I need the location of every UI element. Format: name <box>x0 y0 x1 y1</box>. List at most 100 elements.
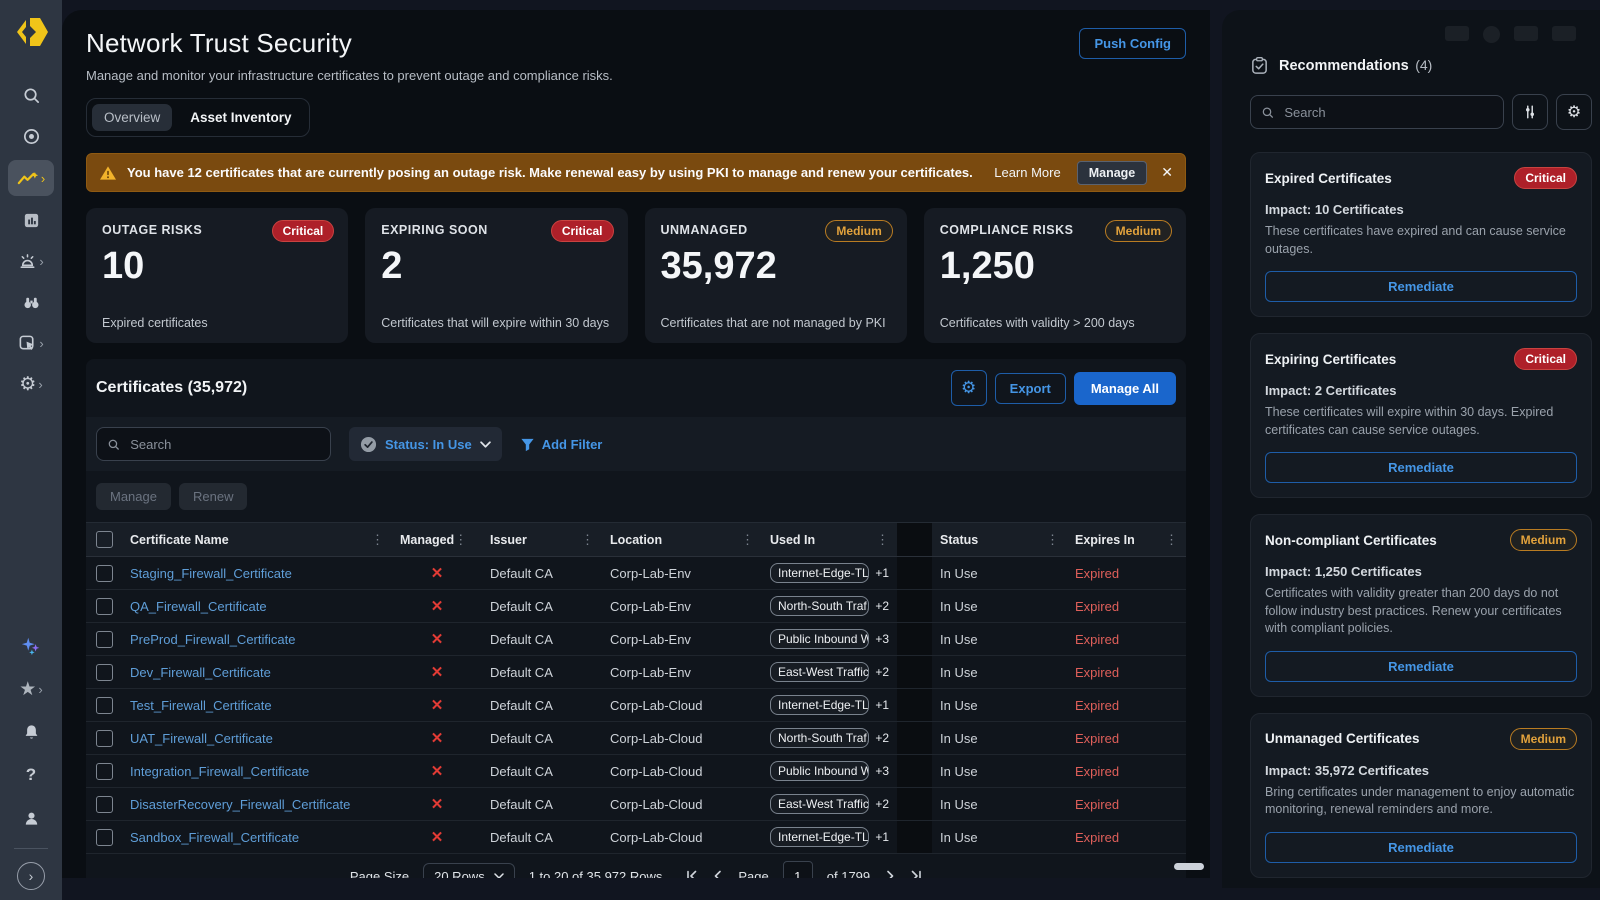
used-in-more-count[interactable]: +2 <box>875 797 889 811</box>
last-page-icon[interactable] <box>910 870 922 878</box>
col-managed[interactable]: Managed <box>400 533 454 547</box>
first-page-icon[interactable] <box>686 870 698 878</box>
manage-selected-button[interactable]: Manage <box>96 483 171 510</box>
table-row[interactable]: Staging_Firewall_Certificate ✕ Default C… <box>86 557 1186 590</box>
page-size-select[interactable]: 20 Rows <box>423 863 515 879</box>
used-in-more-count[interactable]: +2 <box>875 731 889 745</box>
prev-page-icon[interactable] <box>712 870 724 878</box>
certificate-name-link[interactable]: DisasterRecovery_Firewall_Certificate <box>130 797 350 812</box>
add-filter-button[interactable]: Add Filter <box>520 437 603 452</box>
recommendations-settings-button[interactable]: ⚙ <box>1556 94 1592 130</box>
help-icon[interactable]: ? <box>8 758 54 792</box>
certificate-name-link[interactable]: QA_Firewall_Certificate <box>130 599 267 614</box>
used-in-chip[interactable]: East-West Traffic... <box>770 662 869 682</box>
column-menu-icon[interactable]: ⋮ <box>454 532 467 548</box>
table-row[interactable]: PreProd_Firewall_Certificate ✕ Default C… <box>86 623 1186 656</box>
recommendations-search-input[interactable] <box>1282 104 1493 121</box>
column-menu-icon[interactable]: ⋮ <box>581 532 594 548</box>
copilot-sparkles-icon[interactable] <box>8 629 54 663</box>
next-page-icon[interactable] <box>884 870 896 878</box>
table-settings-button[interactable]: ⚙ <box>951 370 987 406</box>
push-config-button[interactable]: Push Config <box>1079 28 1186 59</box>
notifications-bell-icon[interactable] <box>8 715 54 749</box>
used-in-chip[interactable]: Public Inbound W... <box>770 761 869 781</box>
settings-nav-icon[interactable]: ⚙ › <box>8 367 54 401</box>
table-row[interactable]: UAT_Firewall_Certificate ✕ Default CA Co… <box>86 722 1186 755</box>
alerts-nav-icon[interactable]: › <box>8 244 54 278</box>
recommendations-search[interactable] <box>1250 95 1504 129</box>
page-number-input[interactable] <box>783 861 813 878</box>
row-checkbox[interactable] <box>96 598 113 615</box>
column-menu-icon[interactable]: ⋮ <box>1165 532 1178 548</box>
col-status[interactable]: Status <box>940 533 978 547</box>
col-certificate-name[interactable]: Certificate Name <box>130 533 229 547</box>
used-in-chip[interactable]: North-South Traf... <box>770 596 869 616</box>
used-in-chip[interactable]: Internet-Edge-TLS <box>770 827 869 847</box>
policies-nav-icon[interactable]: › <box>8 326 54 360</box>
row-checkbox[interactable] <box>96 697 113 714</box>
target-nav-icon[interactable] <box>8 119 54 153</box>
used-in-more-count[interactable]: +1 <box>875 830 889 844</box>
row-checkbox[interactable] <box>96 796 113 813</box>
certificate-name-link[interactable]: PreProd_Firewall_Certificate <box>130 632 295 647</box>
used-in-chip[interactable]: North-South Traf... <box>770 728 869 748</box>
col-issuer[interactable]: Issuer <box>490 533 527 547</box>
banner-close-icon[interactable]: ✕ <box>1161 164 1173 181</box>
table-row[interactable]: Sandbox_Firewall_Certificate ✕ Default C… <box>86 821 1186 854</box>
tab-overview[interactable]: Overview <box>92 104 172 131</box>
certificate-name-link[interactable]: UAT_Firewall_Certificate <box>130 731 273 746</box>
row-checkbox[interactable] <box>96 829 113 846</box>
user-profile-icon[interactable] <box>8 801 54 835</box>
row-checkbox[interactable] <box>96 730 113 747</box>
used-in-more-count[interactable]: +2 <box>875 599 889 613</box>
table-row[interactable]: QA_Firewall_Certificate ✕ Default CA Cor… <box>86 590 1186 623</box>
search-nav-icon[interactable] <box>8 78 54 112</box>
certificate-name-link[interactable]: Integration_Firewall_Certificate <box>130 764 309 779</box>
reports-nav-icon[interactable] <box>8 203 54 237</box>
used-in-chip[interactable]: Public Inbound W... <box>770 629 869 649</box>
tab-asset-inventory[interactable]: Asset Inventory <box>178 104 303 131</box>
table-row[interactable]: Dev_Firewall_Certificate ✕ Default CA Co… <box>86 656 1186 689</box>
network-security-nav-icon-active[interactable]: › <box>8 160 54 196</box>
used-in-more-count[interactable]: +3 <box>875 764 889 778</box>
certificate-name-link[interactable]: Test_Firewall_Certificate <box>130 698 272 713</box>
used-in-more-count[interactable]: +1 <box>875 566 889 580</box>
remediate-button[interactable]: Remediate <box>1265 651 1577 682</box>
row-checkbox[interactable] <box>96 763 113 780</box>
used-in-more-count[interactable]: +3 <box>875 632 889 646</box>
status-filter-chip[interactable]: Status: In Use <box>349 427 502 461</box>
certificate-name-link[interactable]: Sandbox_Firewall_Certificate <box>130 830 299 845</box>
remediate-button[interactable]: Remediate <box>1265 832 1577 863</box>
used-in-more-count[interactable]: +2 <box>875 665 889 679</box>
scrollbar-thumb[interactable] <box>1174 863 1204 870</box>
col-used-in[interactable]: Used In <box>770 533 870 547</box>
row-checkbox[interactable] <box>96 664 113 681</box>
used-in-chip[interactable]: East-West Traffic... <box>770 794 869 814</box>
renew-selected-button[interactable]: Renew <box>179 483 247 510</box>
used-in-chip[interactable]: Internet-Edge-TLS <box>770 563 869 583</box>
col-expires-in[interactable]: Expires In <box>1075 533 1135 547</box>
filter-sliders-button[interactable] <box>1512 94 1548 130</box>
remediate-button[interactable]: Remediate <box>1265 452 1577 483</box>
banner-manage-button[interactable]: Manage <box>1077 161 1148 185</box>
row-checkbox[interactable] <box>96 565 113 582</box>
expand-sidebar-button[interactable]: › <box>17 862 45 890</box>
column-menu-icon[interactable]: ⋮ <box>371 532 384 548</box>
brand-logo-icon[interactable] <box>11 12 51 52</box>
select-all-checkbox[interactable] <box>96 531 113 548</box>
export-button[interactable]: Export <box>995 373 1066 404</box>
manage-all-button[interactable]: Manage All <box>1074 372 1176 405</box>
table-row[interactable]: DisasterRecovery_Firewall_Certificate ✕ … <box>86 788 1186 821</box>
discover-nav-icon[interactable] <box>8 285 54 319</box>
certificate-name-link[interactable]: Dev_Firewall_Certificate <box>130 665 271 680</box>
certificates-search-input[interactable] <box>128 436 320 453</box>
used-in-more-count[interactable]: +1 <box>875 698 889 712</box>
favorites-star-icon[interactable]: ★ › <box>8 672 54 706</box>
table-row[interactable]: Integration_Firewall_Certificate ✕ Defau… <box>86 755 1186 788</box>
remediate-button[interactable]: Remediate <box>1265 271 1577 302</box>
table-row[interactable]: Test_Firewall_Certificate ✕ Default CA C… <box>86 689 1186 722</box>
used-in-chip[interactable]: Internet-Edge-TLS <box>770 695 869 715</box>
certificate-name-link[interactable]: Staging_Firewall_Certificate <box>130 566 292 581</box>
row-checkbox[interactable] <box>96 631 113 648</box>
column-menu-icon[interactable]: ⋮ <box>1046 532 1059 548</box>
